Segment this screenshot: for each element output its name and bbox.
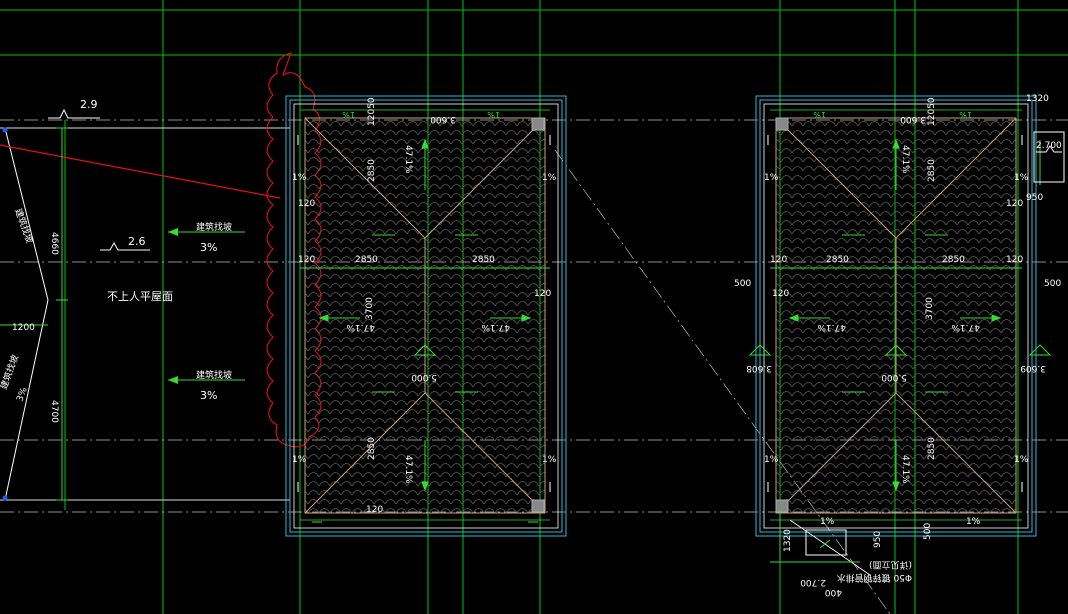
- hip-roof-left: 2850 2850 120 120 120 120 2850 2850 1205…: [285, 95, 567, 537]
- dim-horizontal: 1200: [12, 323, 35, 333]
- roof-r-dim-7: 2850: [927, 159, 937, 182]
- dim-lower: 4700: [49, 400, 59, 423]
- slope-pct-2: 3%: [200, 389, 217, 402]
- roof-r-dim-500-l: 500: [734, 279, 751, 289]
- roof-r-dim-950-b: 950: [873, 531, 883, 548]
- roof-r-dim-1320: 1320: [1026, 94, 1049, 104]
- roof-r-dim-500-b: 500: [923, 523, 933, 540]
- roof-l-pct-2: 1%: [487, 110, 500, 119]
- roof-r-edge-1: 1%: [764, 173, 779, 183]
- roof-r-pipe-note: Φ50 镀锌钢管排水: [837, 572, 912, 584]
- roof-r-dim-3: 120: [770, 255, 787, 265]
- roof-l-dim-1: 2850: [355, 255, 378, 265]
- roof-r-slope-2: 47.1%: [951, 322, 980, 332]
- roof-r-dim-8: 2850: [927, 437, 937, 460]
- roof-l-slope-1: 47.1%: [346, 322, 375, 332]
- roof-r-side-elev: 2.700: [1036, 141, 1062, 151]
- dim-upper: 4660: [49, 232, 59, 255]
- roof-r-dim-2: 2850: [942, 255, 965, 265]
- cad-roof-plan: 2.9 2.6 不上人平屋面 建筑找坡 3% 建筑找坡 3% 4660 4700…: [0, 0, 1068, 614]
- roof-l-ridge-elev: 5.000: [411, 372, 437, 382]
- roof-r-dim-10: 3700: [925, 297, 935, 320]
- roof-r-right-elev: 3.609: [1020, 363, 1046, 373]
- roof-r-pct-3: 1%: [820, 517, 835, 527]
- slope-label-1: 建筑找坡: [196, 221, 232, 233]
- roof-l-dim-10: 3700: [365, 297, 375, 320]
- roof-l-dim-4: 120: [534, 289, 551, 299]
- roof-r-slope-4: 47.1%: [900, 455, 910, 484]
- roof-r-dim-950: 950: [1026, 193, 1043, 203]
- roof-r-dim-500-r: 500: [1044, 279, 1061, 289]
- roof-l-dim-5: 120: [298, 199, 315, 209]
- roof-l-dim-7: 2850: [367, 159, 377, 182]
- roof-r-dim-5: 120: [772, 289, 789, 299]
- roof-l-dim-6: 120: [366, 505, 383, 515]
- roof-l-top-elev: 3.600: [430, 114, 456, 124]
- roof-r-pct-1: 1%: [813, 110, 826, 119]
- roof-r-pct-2: 1%: [959, 110, 972, 119]
- roof-l-edge-2: 1%: [542, 173, 557, 183]
- roof-l-slope-2: 47.1%: [481, 322, 510, 332]
- roof-r-dim-4: 120: [1006, 255, 1023, 265]
- roof-r-dim-6: 120: [1006, 199, 1023, 209]
- roof-r-dim-1320-b: 1320: [783, 529, 793, 552]
- marker-dot: [2, 127, 8, 133]
- roof-r-edge-3: 1%: [764, 455, 779, 465]
- roof-r-dim-400: 400: [825, 587, 842, 597]
- roof-r-edge-4: 1%: [1014, 455, 1029, 465]
- roof-l-dim-8: 2850: [367, 437, 377, 460]
- roof-l-pct-1: 1%: [342, 110, 355, 119]
- roof-note: 不上人平屋面: [107, 290, 173, 303]
- roof-l-dim-9: 12050: [367, 97, 377, 126]
- roof-r-low-elev: 2.700: [800, 577, 826, 587]
- roof-r-pipe-note-2: (详见立面): [869, 559, 912, 571]
- roof-l-edge-1: 1%: [292, 173, 307, 183]
- roof-l-slope-4: 47.1%: [403, 455, 413, 484]
- roof-l-edge-3: 1%: [292, 455, 307, 465]
- roof-l-slope-3: 47.1%: [403, 145, 413, 174]
- slope-label-2: 建筑找坡: [196, 369, 232, 381]
- roof-r-top-elev: 3.600: [900, 114, 926, 124]
- roof-r-slope-3: 47.1%: [900, 145, 910, 174]
- roof-r-edge-2: 1%: [1014, 173, 1029, 183]
- roof-r-left-elev: 3.608: [746, 363, 772, 373]
- roof-r-pct-4: 1%: [966, 517, 981, 527]
- roof-r-dim-9: 12050: [927, 97, 937, 126]
- roof-l-edge-4: 1%: [542, 455, 557, 465]
- roof-l-dim-3: 120: [298, 255, 315, 265]
- elev-label-top: 2.9: [80, 98, 98, 111]
- roof-r-slope-1: 47.1%: [817, 322, 846, 332]
- roof-l-dim-2: 2850: [472, 255, 495, 265]
- roof-r-dim-1: 2850: [826, 255, 849, 265]
- slope-pct-1: 3%: [200, 241, 217, 254]
- marker-dot: [2, 495, 8, 501]
- elev-label-mid: 2.6: [128, 235, 146, 248]
- roof-r-ridge-elev: 5.000: [881, 372, 907, 382]
